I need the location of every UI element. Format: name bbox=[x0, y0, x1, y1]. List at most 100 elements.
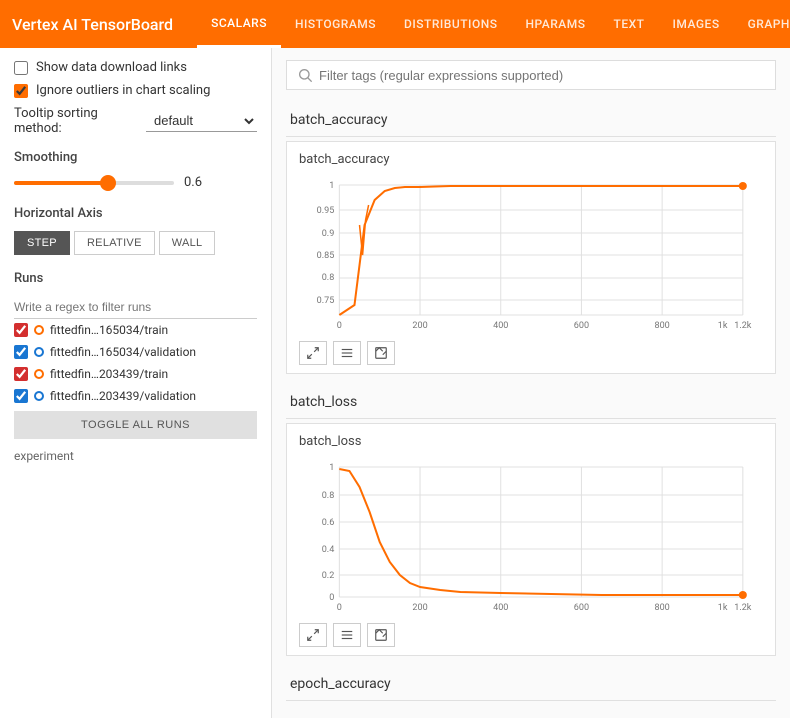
svg-text:200: 200 bbox=[412, 603, 427, 613]
section-header-epoch-loss: epoch_loss bbox=[286, 713, 776, 718]
nav-images[interactable]: IMAGES bbox=[659, 0, 734, 48]
svg-text:0.8: 0.8 bbox=[322, 491, 335, 501]
section-header-batch-accuracy: batch_accuracy bbox=[286, 104, 776, 137]
svg-text:1.2k: 1.2k bbox=[734, 603, 752, 613]
options-section: Show data download links Ignore outliers… bbox=[14, 60, 257, 136]
svg-text:0.75: 0.75 bbox=[317, 296, 335, 306]
data-btn-loss[interactable] bbox=[333, 623, 361, 647]
toggle-all-runs-button[interactable]: TOGGLE ALL RUNS bbox=[14, 411, 257, 439]
ignore-outliers-label: Ignore outliers in chart scaling bbox=[36, 83, 210, 98]
svg-text:1.2k: 1.2k bbox=[734, 321, 752, 331]
smoothing-value: 0.6 bbox=[184, 175, 202, 190]
chart-title-batch-loss: batch_loss bbox=[299, 434, 763, 449]
expand-chart-btn-loss[interactable] bbox=[299, 623, 327, 647]
chart-card-batch-loss: batch_loss bbox=[286, 423, 776, 656]
chart-controls-batch-accuracy bbox=[299, 341, 763, 365]
run-item-4: fittedfin…203439/validation bbox=[14, 385, 257, 407]
run3-dot bbox=[34, 369, 44, 379]
svg-text:800: 800 bbox=[654, 321, 669, 331]
svg-text:0: 0 bbox=[329, 593, 334, 603]
image-btn-loss[interactable] bbox=[367, 623, 395, 647]
smoothing-slider[interactable] bbox=[14, 181, 174, 185]
app-brand: Vertex AI TensorBoard bbox=[12, 15, 173, 34]
chart-title-batch-accuracy: batch_accuracy bbox=[299, 152, 763, 167]
run4-checkbox[interactable] bbox=[14, 389, 28, 403]
run-item-2: fittedfin…165034/validation bbox=[14, 341, 257, 363]
run1-checkbox[interactable] bbox=[14, 323, 28, 337]
sidebar: Show data download links Ignore outliers… bbox=[0, 48, 272, 718]
svg-text:400: 400 bbox=[493, 603, 508, 613]
tooltip-row: Tooltip sorting method: default ascendin… bbox=[14, 106, 257, 136]
svg-text:400: 400 bbox=[493, 321, 508, 331]
runs-label: Runs bbox=[14, 271, 257, 286]
experiment-label: experiment bbox=[14, 449, 257, 463]
topnav: Vertex AI TensorBoard SCALARS HISTOGRAMS… bbox=[0, 0, 790, 48]
nav-histograms[interactable]: HISTOGRAMS bbox=[281, 0, 390, 48]
main-layout: Show data download links Ignore outliers… bbox=[0, 48, 790, 718]
tooltip-label: Tooltip sorting method: bbox=[14, 106, 138, 136]
svg-text:600: 600 bbox=[574, 321, 589, 331]
run-item-1: fittedfin…165034/train bbox=[14, 319, 257, 341]
haxis-section: Horizontal Axis STEP RELATIVE WALL bbox=[14, 206, 257, 255]
run2-checkbox[interactable] bbox=[14, 345, 28, 359]
filter-input[interactable] bbox=[319, 68, 765, 83]
svg-text:600: 600 bbox=[574, 603, 589, 613]
svg-text:1: 1 bbox=[329, 181, 334, 191]
search-icon bbox=[297, 67, 313, 83]
svg-text:1k: 1k bbox=[718, 603, 728, 613]
data-btn[interactable] bbox=[333, 341, 361, 365]
ignore-outliers-checkbox[interactable] bbox=[14, 84, 28, 98]
svg-text:1: 1 bbox=[329, 463, 334, 473]
nav-distributions[interactable]: DISTRIBUTIONS bbox=[390, 0, 511, 48]
nav-hparams[interactable]: HPARAMS bbox=[512, 0, 600, 48]
run3-checkbox[interactable] bbox=[14, 367, 28, 381]
chart-controls-batch-loss bbox=[299, 623, 763, 647]
section-epoch-accuracy: epoch_accuracy bbox=[286, 668, 776, 701]
section-batch-loss: batch_loss batch_loss bbox=[286, 386, 776, 656]
runs-filter bbox=[14, 296, 257, 319]
filter-bar bbox=[286, 60, 776, 90]
run1-label: fittedfin…165034/train bbox=[50, 323, 168, 337]
svg-text:0: 0 bbox=[337, 321, 342, 331]
show-download-label: Show data download links bbox=[36, 60, 187, 75]
chart-area-batch-accuracy: 1 0.95 0.9 0.85 0.8 0.75 0 200 400 600 8… bbox=[299, 175, 763, 335]
show-download-row[interactable]: Show data download links bbox=[14, 60, 257, 75]
smoothing-label: Smoothing bbox=[14, 150, 257, 165]
nav-scalars[interactable]: SCALARS bbox=[197, 0, 281, 48]
chart-area-batch-loss: 1 0.8 0.6 0.4 0.2 0 0 200 400 600 800 1k… bbox=[299, 457, 763, 617]
tooltip-select[interactable]: default ascending descending bbox=[146, 110, 257, 132]
svg-text:0.4: 0.4 bbox=[322, 545, 335, 555]
show-download-checkbox[interactable] bbox=[14, 61, 28, 75]
ignore-outliers-row[interactable]: Ignore outliers in chart scaling bbox=[14, 83, 257, 98]
run4-dot bbox=[34, 391, 44, 401]
section-header-epoch-accuracy: epoch_accuracy bbox=[286, 668, 776, 701]
expand-chart-btn[interactable] bbox=[299, 341, 327, 365]
section-header-batch-loss: batch_loss bbox=[286, 386, 776, 419]
svg-text:0.95: 0.95 bbox=[317, 206, 335, 216]
runs-section: Runs fittedfin…165034/train fittedfin…16… bbox=[14, 271, 257, 439]
svg-text:800: 800 bbox=[654, 603, 669, 613]
main-content: batch_accuracy batch_accuracy bbox=[272, 48, 790, 718]
haxis-buttons: STEP RELATIVE WALL bbox=[14, 231, 257, 255]
chart-svg-batch-loss: 1 0.8 0.6 0.4 0.2 0 0 200 400 600 800 1k… bbox=[299, 457, 763, 617]
run2-label: fittedfin…165034/validation bbox=[50, 345, 196, 359]
haxis-step-btn[interactable]: STEP bbox=[14, 231, 70, 255]
svg-text:0.2: 0.2 bbox=[322, 571, 335, 581]
image-btn[interactable] bbox=[367, 341, 395, 365]
chart-card-batch-accuracy: batch_accuracy bbox=[286, 141, 776, 374]
nav-graphs[interactable]: GRAPHS bbox=[734, 0, 790, 48]
svg-text:0.6: 0.6 bbox=[322, 518, 335, 528]
smoothing-row: 0.6 bbox=[14, 175, 257, 190]
chart-svg-batch-accuracy: 1 0.95 0.9 0.85 0.8 0.75 0 200 400 600 8… bbox=[299, 175, 763, 335]
nav-text[interactable]: TEXT bbox=[600, 0, 659, 48]
section-epoch-loss: epoch_loss bbox=[286, 713, 776, 718]
svg-text:200: 200 bbox=[412, 321, 427, 331]
haxis-wall-btn[interactable]: WALL bbox=[159, 231, 216, 255]
nav-items: SCALARS HISTOGRAMS DISTRIBUTIONS HPARAMS… bbox=[197, 0, 790, 48]
run-item-3: fittedfin…203439/train bbox=[14, 363, 257, 385]
haxis-relative-btn[interactable]: RELATIVE bbox=[74, 231, 155, 255]
run2-dot bbox=[34, 347, 44, 357]
run3-label: fittedfin…203439/train bbox=[50, 367, 168, 381]
runs-filter-input[interactable] bbox=[14, 296, 257, 319]
svg-text:0.9: 0.9 bbox=[322, 229, 335, 239]
